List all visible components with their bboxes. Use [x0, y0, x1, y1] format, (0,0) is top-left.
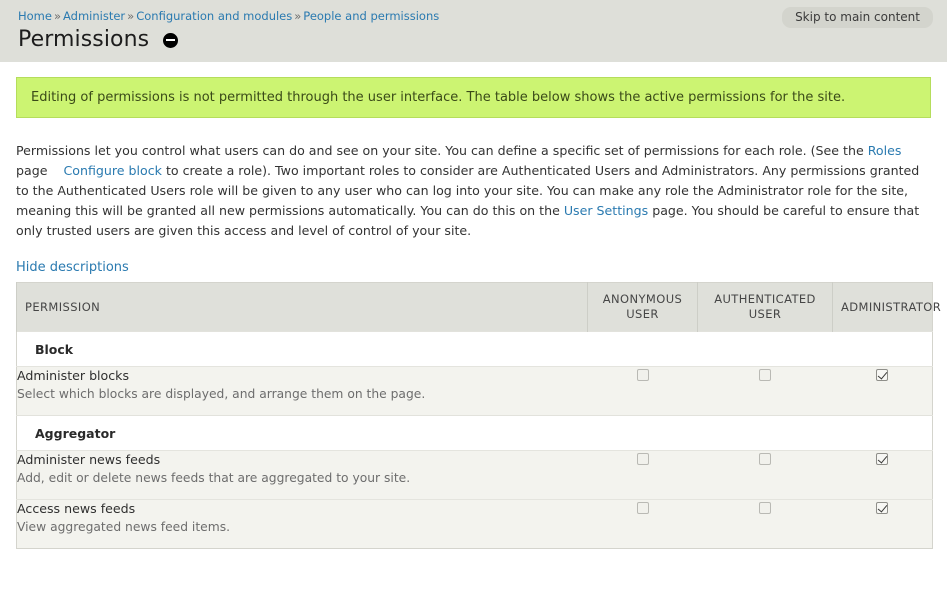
breadcrumb-item-people-and-permissions[interactable]: People and permissions — [303, 9, 439, 23]
table-row: Administer blocks Select which blocks are… — [16, 366, 933, 416]
user-settings-link[interactable]: User Settings — [564, 203, 648, 218]
permission-description: View aggregated news feed items. — [17, 520, 231, 534]
intro-text-2: page — [16, 163, 48, 178]
anonymous-user-cell — [587, 366, 698, 416]
table-row: Administer news feeds Add, edit or delete… — [16, 450, 933, 500]
table-row: Access news feeds View aggregated news fe… — [16, 499, 933, 549]
permission-group-row: Aggregator — [16, 415, 933, 451]
permissions-table-body: Block Administer blocks Select which block… — [16, 331, 933, 549]
permission-description: Add, edit or delete news feeds that are … — [17, 471, 411, 485]
column-header-anonymous-user: ANONYMOUS USER — [587, 282, 698, 332]
administrator-checkbox[interactable] — [876, 452, 889, 465]
authenticated-user-cell — [697, 366, 833, 416]
page-title: Permissions — [18, 27, 150, 52]
authenticated-user-cell — [697, 499, 833, 549]
administrator-checkbox[interactable] — [876, 501, 889, 514]
administrator-checkbox[interactable] — [876, 368, 889, 381]
anonymous-user-checkbox[interactable] — [636, 368, 649, 381]
intro-paragraph: Permissions let you control what users c… — [16, 141, 931, 241]
breadcrumb-separator: » — [53, 9, 62, 23]
status-notice: Editing of permissions is not permitted … — [16, 77, 931, 118]
permission-cell: Administer blocks Select which blocks are… — [16, 366, 588, 416]
breadcrumb-item-administer[interactable]: Administer — [63, 9, 125, 23]
anonymous-user-cell — [587, 499, 698, 549]
permission-cell: Access news feeds View aggregated news fe… — [16, 499, 588, 549]
permission-description: Select which blocks are displayed, and a… — [17, 387, 426, 401]
permissions-table: PERMISSION ANONYMOUS USER AUTHENTICATED … — [16, 282, 941, 549]
authenticated-user-checkbox[interactable] — [759, 368, 771, 381]
permission-title: Access news feeds — [17, 501, 136, 516]
administrator-cell — [832, 366, 933, 416]
anonymous-user-checkbox[interactable] — [636, 501, 649, 514]
breadcrumb-separator: » — [127, 9, 135, 23]
title-row: Permissions — [18, 27, 929, 53]
intro-text-1: Permissions let you control what users c… — [16, 143, 868, 158]
permission-group-label: Block — [16, 331, 933, 367]
breadcrumb-separator: » — [294, 9, 302, 23]
breadcrumb-item-home[interactable]: Home — [18, 9, 52, 23]
authenticated-user-checkbox[interactable] — [759, 501, 771, 514]
anonymous-user-cell — [587, 450, 698, 500]
breadcrumb-item-configuration-and-modules[interactable]: Configuration and modules — [136, 9, 292, 23]
authenticated-user-checkbox[interactable] — [759, 452, 771, 465]
skip-to-main-content-link[interactable]: Skip to main content — [782, 7, 933, 28]
anonymous-user-checkbox[interactable] — [636, 452, 649, 465]
permission-group-row: Block — [16, 331, 933, 367]
authenticated-user-cell — [697, 450, 833, 500]
minus-circle-icon[interactable] — [163, 32, 179, 48]
hide-descriptions-link[interactable]: Hide descriptions — [16, 260, 129, 275]
page-header: Home» Administer» Configuration and module… — [0, 0, 947, 62]
configure-block-link[interactable]: Configure block — [63, 163, 161, 178]
permission-cell: Administer news feeds Add, edit or delete… — [16, 450, 588, 500]
main-content: Editing of permissions is not permitted … — [0, 77, 947, 549]
administrator-cell — [832, 450, 933, 500]
table-header-row: PERMISSION ANONYMOUS USER AUTHENTICATED … — [16, 282, 941, 332]
administrator-cell — [832, 499, 933, 549]
column-header-permission: PERMISSION — [16, 282, 588, 332]
permission-group-label: Aggregator — [16, 415, 933, 451]
permission-title: Administer news feeds — [17, 452, 161, 467]
column-header-administrator: ADMINISTRATOR — [832, 282, 941, 332]
roles-link[interactable]: Roles — [868, 143, 902, 158]
permission-title: Administer blocks — [17, 368, 130, 383]
column-header-authenticated-user: AUTHENTICATED USER — [697, 282, 833, 332]
permissions-table-head: PERMISSION ANONYMOUS USER AUTHENTICATED … — [16, 282, 941, 332]
